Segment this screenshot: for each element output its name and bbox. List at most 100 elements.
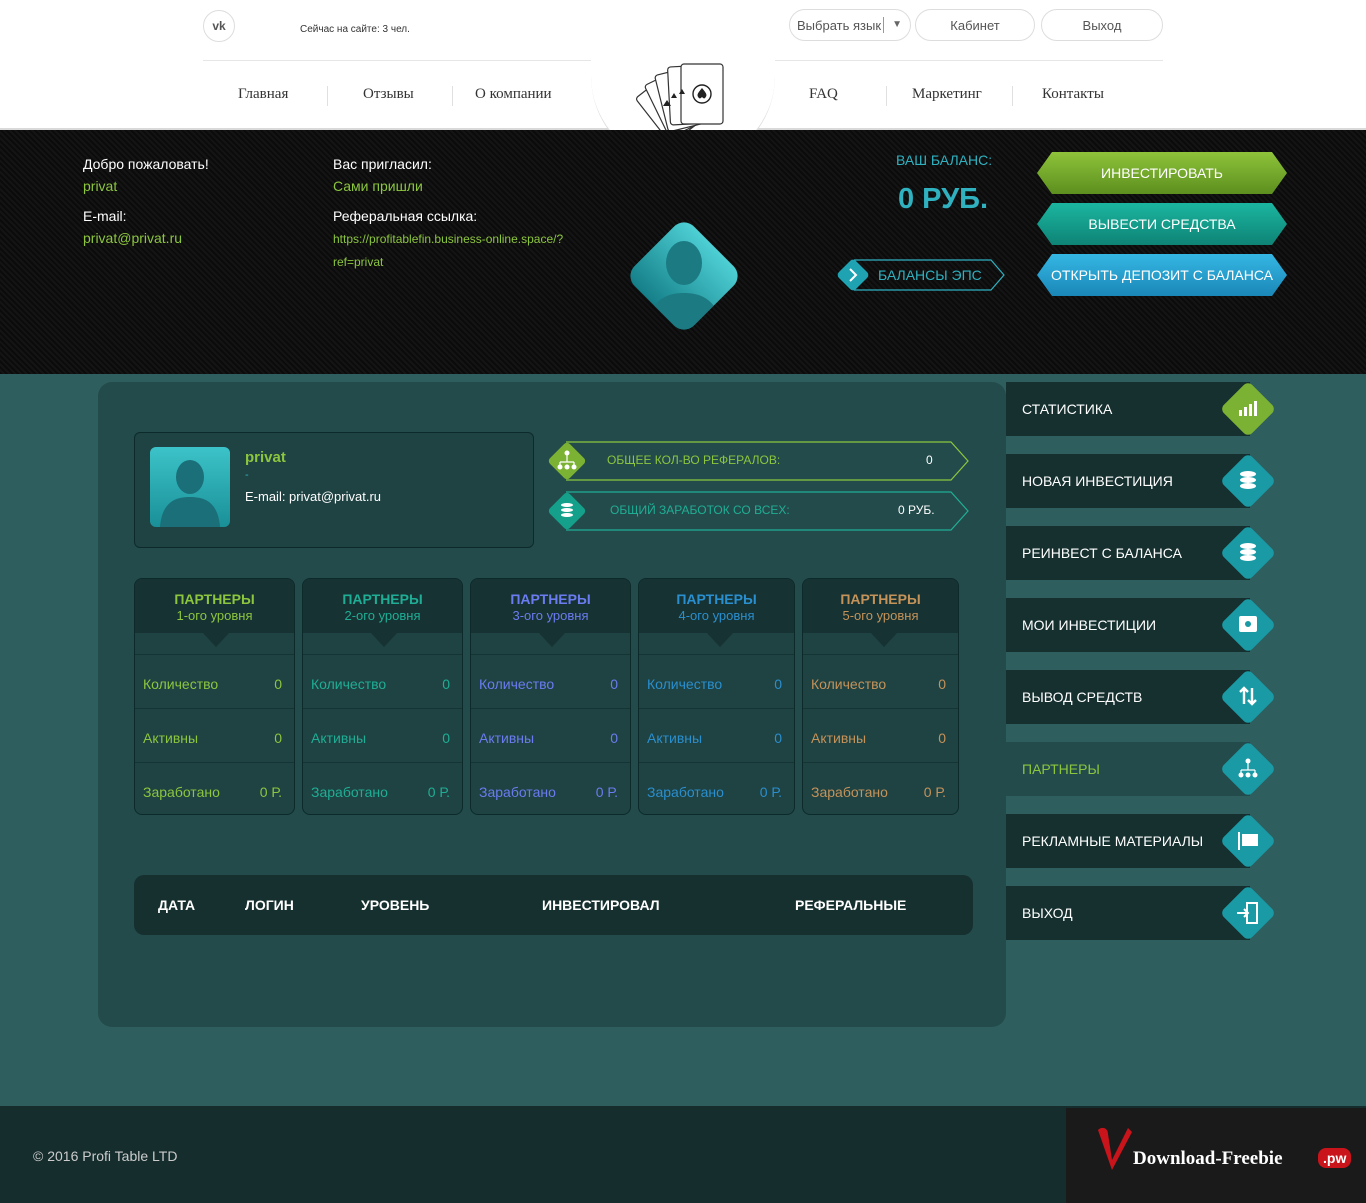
bar-chart-icon	[1222, 383, 1274, 435]
level-count-row: Количество 0	[803, 654, 958, 708]
nav-about[interactable]: О компании	[475, 86, 552, 103]
total-earnings-stat: ОБЩИЙ ЗАРАБОТОК СО ВСЕХ: 0 РУБ.	[548, 490, 970, 532]
level-active-row: Активны 0	[135, 708, 294, 762]
balance-value: 0 РУБ.	[898, 183, 989, 215]
user-avatar	[630, 222, 738, 336]
side-menu-promo-materials[interactable]: РЕКЛАМНЫЕ МАТЕРИАЛЫ	[1006, 814, 1274, 868]
profile-login: privat	[245, 449, 286, 466]
column-invested[interactable]: ИНВЕСТИРОВАЛ	[542, 897, 660, 913]
chevron-down-icon: ▼	[892, 19, 902, 30]
ref-link[interactable]: https://profitablefin.business-online.sp…	[333, 228, 573, 274]
level-title: ПАРТНЕРЫ	[676, 591, 757, 607]
total-referrals-value: 0	[926, 453, 933, 467]
arrows-icon	[1222, 671, 1274, 723]
level-subtitle: 1-ого уровня	[176, 608, 253, 623]
banner-icon	[1222, 815, 1274, 867]
level-active-row: Активны 0	[303, 708, 462, 762]
level-title: ПАРТНЕРЫ	[840, 591, 921, 607]
level-count-row: Количество 0	[135, 654, 294, 708]
eps-balances-label: БАЛАНСЫ ЭПС	[878, 267, 982, 283]
level-active-row: Активны 0	[471, 708, 630, 762]
partners-level-4-card: ПАРТНЕРЫ 4-ого уровня Количество 0 Активн…	[638, 578, 795, 815]
side-menu-logout[interactable]: ВЫХОД	[1006, 886, 1274, 940]
invest-button[interactable]: ИНВЕСТИРОВАТЬ	[1037, 152, 1287, 194]
welcome-label: Добро пожаловать!	[83, 156, 209, 172]
partners-level-3-card: ПАРТНЕРЫ 3-ого уровня Количество 0 Активн…	[470, 578, 631, 815]
side-menu-statistics[interactable]: СТАТИСТИКА	[1006, 382, 1274, 436]
side-menu-new-investment[interactable]: НОВАЯ ИНВЕСТИЦИЯ	[1006, 454, 1274, 508]
side-menu-withdrawal[interactable]: ВЫВОД СРЕДСТВ	[1006, 670, 1274, 724]
nav-reviews[interactable]: Отзывы	[363, 86, 414, 103]
nav-marketing[interactable]: Маркетинг	[912, 86, 982, 103]
watermark-logo-icon	[1098, 1127, 1132, 1170]
level-earned-row: Заработано 0 Р.	[471, 762, 630, 814]
side-menu-label: ПАРТНЕРЫ	[1022, 761, 1100, 777]
level-earned-row: Заработано 0 Р.	[135, 762, 294, 814]
copyright: © 2016 Profi Table LTD	[33, 1148, 178, 1164]
level-earned-row: Заработано 0 Р.	[639, 762, 794, 814]
side-menu-partners[interactable]: ПАРТНЕРЫ	[1006, 742, 1274, 796]
total-earnings-label: ОБЩИЙ ЗАРАБОТОК СО ВСЕХ:	[610, 503, 790, 517]
network-icon	[1222, 743, 1274, 795]
coins-icon	[1222, 527, 1274, 579]
side-menu-my-investments[interactable]: МОИ ИНВЕСТИЦИИ	[1006, 598, 1274, 652]
side-menu-label: РЕИНВЕСТ С БАЛАНСА	[1022, 545, 1182, 561]
total-referrals-stat: ОБЩЕЕ КОЛ-ВО РЕФЕРАЛОВ: 0	[548, 440, 970, 482]
logout-icon	[1222, 887, 1274, 939]
side-menu-label: РЕКЛАМНЫЕ МАТЕРИАЛЫ	[1022, 833, 1204, 849]
email-label: E-mail:	[83, 208, 127, 224]
level-title: ПАРТНЕРЫ	[342, 591, 423, 607]
open-deposit-button[interactable]: ОТКРЫТЬ ДЕПОЗИТ С БАЛАНСА	[1037, 254, 1287, 296]
watermark-text: Download-Freebie	[1133, 1148, 1283, 1169]
ref-link-label: Реферальная ссылка:	[333, 208, 478, 224]
level-count-row: Количество 0	[471, 654, 630, 708]
side-menu-reinvest[interactable]: РЕИНВЕСТ С БАЛАНСА	[1006, 526, 1274, 580]
column-date[interactable]: ДАТА	[158, 897, 195, 913]
level-count-row: Количество 0	[639, 654, 794, 708]
level-active-row: Активны 0	[803, 708, 958, 762]
total-earnings-value: 0 РУБ.	[898, 503, 935, 517]
column-referral[interactable]: РЕФЕРАЛЬНЫЕ	[795, 897, 906, 913]
level-earned-row: Заработано 0 Р.	[803, 762, 958, 814]
exit-button[interactable]: Выход	[1041, 9, 1163, 41]
level-earned-row: Заработано 0 Р.	[303, 762, 462, 814]
language-select[interactable]: Выбрать язык ▼	[789, 9, 911, 41]
level-subtitle: 4-ого уровня	[678, 608, 755, 623]
user-email: privat@privat.ru	[83, 230, 183, 246]
side-menu-label: МОИ ИНВЕСТИЦИИ	[1022, 617, 1157, 633]
column-login[interactable]: ЛОГИН	[245, 897, 294, 913]
language-select-label: Выбрать язык	[797, 17, 882, 33]
invited-value: Сами пришли	[333, 178, 423, 194]
nav-faq[interactable]: FAQ	[809, 86, 838, 103]
profile-dash: -	[245, 469, 249, 481]
side-menu-label: ВЫВОД СРЕДСТВ	[1022, 689, 1143, 705]
partners-level-5-card: ПАРТНЕРЫ 5-ого уровня Количество 0 Активн…	[802, 578, 959, 815]
side-menu-label: НОВАЯ ИНВЕСТИЦИЯ	[1022, 473, 1173, 489]
level-active-row: Активны 0	[639, 708, 794, 762]
level-subtitle: 5-ого уровня	[842, 608, 919, 623]
column-level[interactable]: УРОВЕНЬ	[361, 897, 429, 913]
level-subtitle: 3-ого уровня	[512, 608, 589, 623]
level-count-row: Количество 0	[303, 654, 462, 708]
level-title: ПАРТНЕРЫ	[174, 591, 255, 607]
withdraw-button[interactable]: ВЫВЕСТИ СРЕДСТВА	[1037, 203, 1287, 245]
nav-contacts[interactable]: Контакты	[1042, 86, 1104, 103]
online-counter: Сейчас на сайте: 3 чел.	[300, 24, 410, 35]
safe-icon	[1222, 599, 1274, 651]
nav-home[interactable]: Главная	[238, 86, 288, 103]
watermark-tld: .pw	[1318, 1148, 1352, 1168]
level-title: ПАРТНЕРЫ	[510, 591, 591, 607]
side-menu-label: СТАТИСТИКА	[1022, 401, 1113, 417]
eps-balances-button[interactable]: БАЛАНСЫ ЭПС	[836, 258, 1006, 292]
coins-icon	[1222, 455, 1274, 507]
total-referrals-label: ОБЩЕЕ КОЛ-ВО РЕФЕРАЛОВ:	[607, 453, 781, 467]
partners-level-1-card: ПАРТНЕРЫ 1-ого уровня Количество 0 Активн…	[134, 578, 295, 815]
invited-label: Вас пригласил:	[333, 156, 432, 172]
side-menu-label: ВЫХОД	[1022, 905, 1073, 921]
cabinet-button[interactable]: Кабинет	[915, 9, 1035, 41]
profile-email: E-mail: privat@privat.ru	[245, 489, 382, 504]
vk-icon[interactable]: vk	[203, 10, 235, 42]
partners-level-2-card: ПАРТНЕРЫ 2-ого уровня Количество 0 Активн…	[302, 578, 463, 815]
user-login: privat	[83, 178, 118, 194]
level-subtitle: 2-ого уровня	[344, 608, 421, 623]
